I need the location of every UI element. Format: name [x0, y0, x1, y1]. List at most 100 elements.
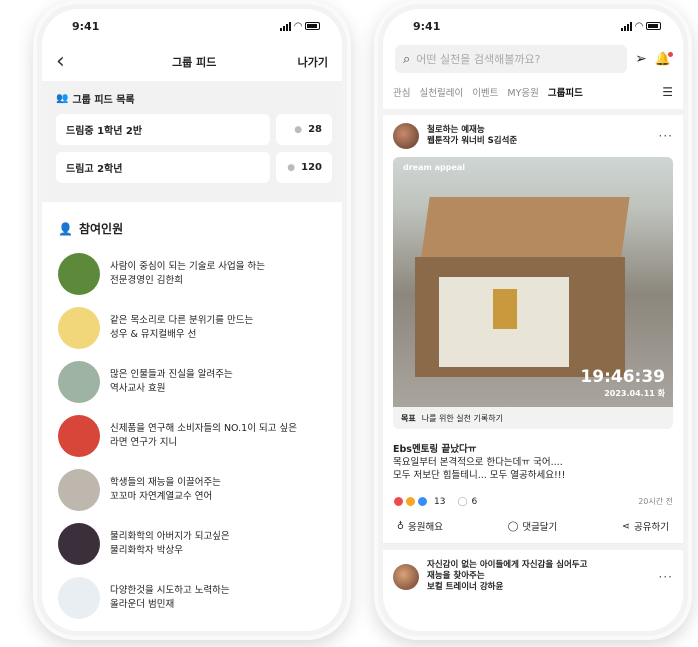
photo-book-spine: [493, 289, 517, 329]
reaction-count: 13: [434, 496, 446, 507]
member-name: 꼬꼬마 자연계열교수 연어: [110, 491, 213, 502]
group-name[interactable]: 드림고 2학년: [56, 152, 270, 183]
person-icon: ●: [287, 162, 296, 173]
member-description: 다양한것을 시도하고 노력하는 올라운더 범민재: [110, 584, 230, 612]
group-feed-screen: 9:41 ◠ ‹ 그룹 피드 나가기 👥 그룹 피드 목록 드림중 1학년 2반…: [42, 9, 342, 631]
search-placeholder: 어떤 실천을 검색해볼까요?: [416, 53, 541, 66]
member-name: 전문경영인 김한희: [110, 275, 183, 286]
member-item[interactable]: 학생들의 재능을 이끌어주는 꼬꼬마 자연계열교수 연어: [42, 463, 342, 517]
member-description: 신제품을 연구해 소비자들의 NO.1이 되고 싶은 라면 연구가 지니: [110, 422, 297, 450]
more-icon[interactable]: ···: [659, 570, 673, 584]
exit-button[interactable]: 나가기: [298, 54, 328, 70]
author-tagline: 철로하는 예재능: [427, 125, 485, 135]
member-item[interactable]: 신제품을 연구해 소비자들의 NO.1이 되고 싶은 라면 연구가 지니: [42, 409, 342, 463]
member-tagline: 다양한것을 시도하고 노력하는: [110, 585, 230, 596]
status-time: 9:41: [413, 19, 441, 33]
feed-tabs: 관심 실천릴레이 이벤트 MY응원 그룹피드 ☰: [383, 75, 683, 109]
post-time: 20시간 전: [638, 497, 673, 506]
member-item[interactable]: 사람이 중심이 되는 기술로 사업을 하는전문경영인 김한희: [42, 247, 342, 301]
phone-right: 9:41 ◠ ⌕ 어떤 실천을 검색해볼까요? ➢ 🔔 관심 실천릴레이 이벤트…: [374, 0, 692, 640]
avatar[interactable]: [58, 523, 100, 565]
tab-interest[interactable]: 관심: [393, 85, 410, 99]
member-tagline: 많은 인물들과 진실을 알려주는: [110, 369, 233, 380]
status-icons: ◠: [621, 21, 661, 32]
member-item[interactable]: 같은 목소리로 다른 분위기를 만드는성우 & 뮤지컬배우 선: [42, 301, 342, 355]
phone-left: 9:41 ◠ ‹ 그룹 피드 나가기 👥 그룹 피드 목록 드림중 1학년 2반…: [33, 0, 351, 640]
cheer-button[interactable]: ♁ 응원해요: [397, 519, 443, 534]
tab-relay[interactable]: 실천릴레이: [419, 85, 463, 99]
filter-icon[interactable]: ☰: [662, 85, 673, 99]
share-label: 공유하기: [634, 522, 669, 533]
cheer-icon: ♁: [397, 520, 404, 532]
members-heading: 👤 참여인원: [42, 202, 342, 247]
post-text-line: 목요일부터 본격적으로 한다는데ㅠ 국어....: [393, 457, 563, 468]
comment-count-icon: ◯: [457, 496, 468, 507]
reaction-red-icon: [393, 496, 404, 507]
group-feed-list: 👥 그룹 피드 목록 드림중 1학년 2반 ● 28 드림고 2학년 ● 120: [42, 81, 342, 202]
group-row[interactable]: 드림고 2학년 ● 120: [56, 152, 332, 183]
author-tagline: 재능을 찾아주는: [427, 571, 485, 581]
post-author: 철로하는 예재능 웹툰작가 워너비 S김석준: [427, 125, 651, 147]
person-icon: 👤: [58, 221, 73, 236]
author-tagline: 자신감이 없는 아이들에게 자신감을 심어두고: [427, 560, 588, 570]
share-button[interactable]: ⋖ 공유하기: [622, 519, 669, 534]
avatar[interactable]: [58, 415, 100, 457]
status-bar: 9:41 ◠: [42, 9, 342, 43]
member-description: 많은 인물들과 진실을 알려주는역사교사 효원: [110, 368, 233, 396]
comment-label: 댓글달기: [522, 522, 558, 533]
avatar[interactable]: [58, 253, 100, 295]
search-input[interactable]: ⌕ 어떤 실천을 검색해볼까요?: [395, 45, 628, 73]
comment-button[interactable]: ◯ 댓글달기: [508, 519, 558, 534]
member-item[interactable]: 다양한것을 시도하고 노력하는 올라운더 범민재: [42, 571, 342, 625]
status-time: 9:41: [72, 19, 100, 33]
member-description: 사람이 중심이 되는 기술로 사업을 하는전문경영인 김한희: [110, 260, 265, 288]
member-item[interactable]: 물리화학의 아버지가 되고싶은 물리화학자 박상우: [42, 517, 342, 571]
tab-event[interactable]: 이벤트: [472, 85, 498, 99]
wifi-icon: ◠: [635, 20, 643, 32]
avatar[interactable]: [58, 361, 100, 403]
page-title: 그룹 피드: [172, 56, 217, 69]
person-icon: ●: [294, 124, 303, 135]
photo-timestamp: 19:46:39: [580, 367, 665, 387]
wifi-icon: ◠: [294, 20, 302, 32]
member-tagline: 사람이 중심이 되는 기술로 사업을 하는: [110, 261, 265, 272]
cheer-label: 응원해요: [407, 522, 443, 533]
status-bar: 9:41 ◠: [383, 9, 683, 43]
member-name: 역사교사 효원: [110, 383, 166, 394]
avatar[interactable]: [58, 307, 100, 349]
group-member-count: ● 28: [276, 114, 332, 145]
send-icon[interactable]: ➢: [635, 51, 647, 67]
status-icons: ◠: [280, 21, 320, 32]
photo-date: 2023.04.11 화: [604, 389, 665, 398]
group-row[interactable]: 드림중 1학년 2반 ● 28: [56, 114, 332, 145]
tab-my-cheer[interactable]: MY응원: [507, 85, 538, 99]
group-count-value: 120: [301, 162, 322, 173]
tab-group-feed[interactable]: 그룹피드: [548, 85, 583, 99]
group-icon: 👥: [56, 93, 69, 104]
member-description: 학생들의 재능을 이끌어주는 꼬꼬마 자연계열교수 연어: [110, 476, 221, 504]
avatar[interactable]: [393, 563, 419, 590]
feed-screen: 9:41 ◠ ⌕ 어떤 실천을 검색해볼까요? ➢ 🔔 관심 실천릴레이 이벤트…: [383, 9, 683, 631]
member-item[interactable]: 많은 인물들과 진실을 알려주는역사교사 효원: [42, 355, 342, 409]
post-actions: ♁ 응원해요 ◯ 댓글달기 ⋖ 공유하기: [383, 509, 683, 544]
signal-icon: [621, 21, 633, 31]
nav-bar: ‹ 그룹 피드 나가기: [42, 43, 342, 81]
avatar[interactable]: [58, 469, 100, 511]
battery-icon: [646, 22, 661, 30]
more-icon[interactable]: ···: [659, 129, 673, 143]
member-tagline: 같은 목소리로 다른 분위기를 만드는: [110, 315, 254, 326]
post-photo[interactable]: dream appeal 19:46:39 2023.04.11 화: [393, 157, 673, 407]
back-icon[interactable]: ‹: [56, 51, 65, 73]
avatar[interactable]: [58, 577, 100, 619]
bell-icon[interactable]: 🔔: [655, 51, 673, 67]
member-name: 라면 연구가 지니: [110, 437, 178, 448]
group-name[interactable]: 드림중 1학년 2반: [56, 114, 270, 145]
group-count-value: 28: [308, 124, 322, 135]
avatar[interactable]: [393, 123, 419, 149]
comment-count: 6: [471, 496, 478, 507]
reaction-orange-icon: [405, 496, 416, 507]
member-name: 성우 & 뮤지컬배우 선: [110, 329, 197, 340]
member-list: 사람이 중심이 되는 기술로 사업을 하는전문경영인 김한희같은 목소리로 다른…: [42, 247, 342, 625]
member-description: 물리화학의 아버지가 되고싶은 물리화학자 박상우: [110, 530, 230, 558]
member-description: 같은 목소리로 다른 분위기를 만드는성우 & 뮤지컬배우 선: [110, 314, 253, 342]
